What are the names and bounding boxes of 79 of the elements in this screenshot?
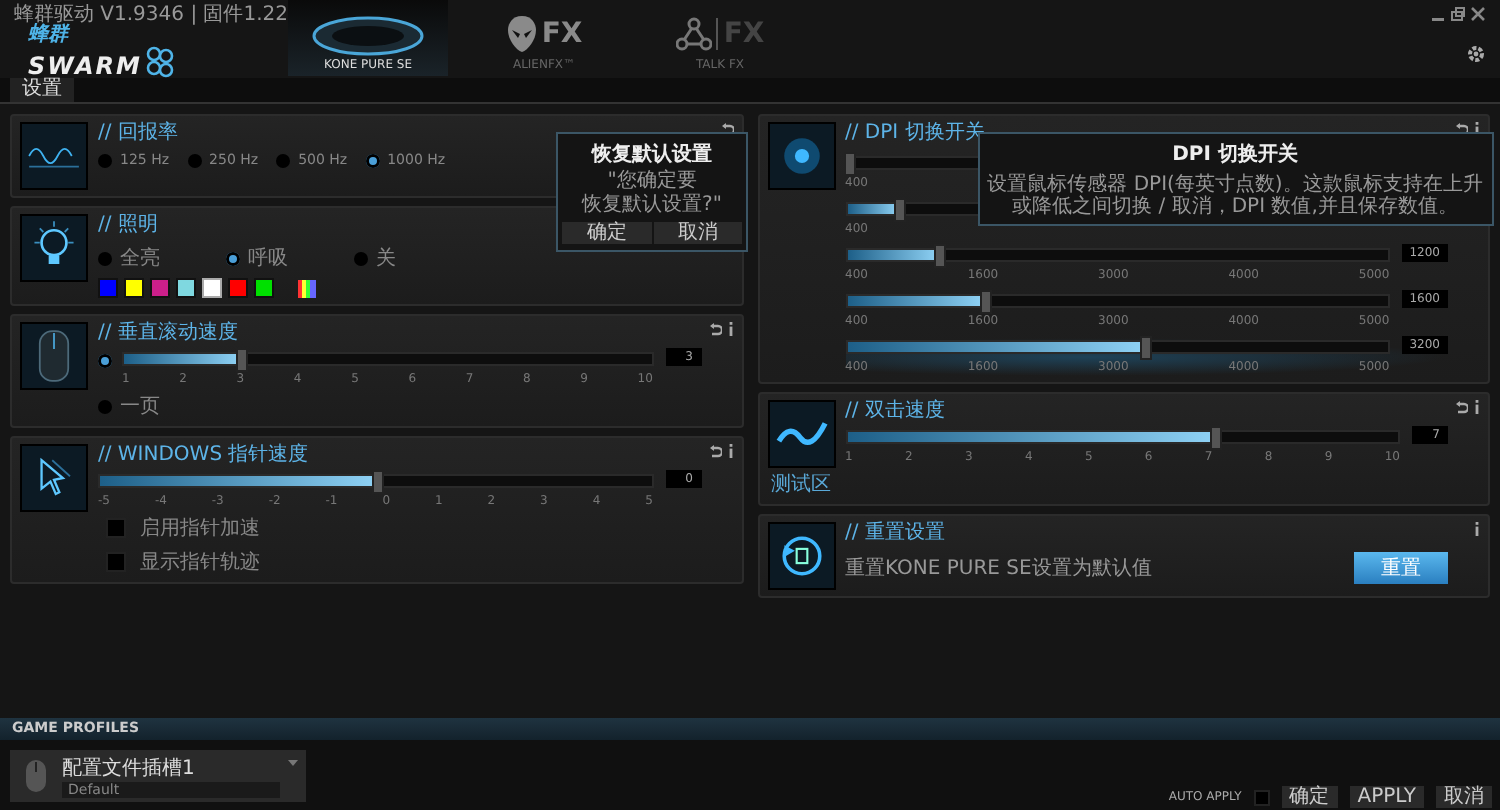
- reset-description: 重置KONE PURE SE设置为默认值: [845, 555, 1152, 582]
- tooltip-text: 设置鼠标传感器 DPI(每英寸点数)。这款鼠标支持在上升或降低之间切换 / 取消，DPI 数值,并且保存数值。: [987, 174, 1483, 218]
- radio-button[interactable]: [98, 399, 112, 413]
- radio-button[interactable]: [226, 251, 240, 265]
- radio-button[interactable]: [98, 354, 112, 368]
- mouse-icon: [20, 322, 88, 390]
- wave-icon: [767, 400, 835, 468]
- footer-button[interactable]: 取消: [1436, 786, 1492, 808]
- settings-icon: [1466, 44, 1486, 64]
- radio-button[interactable]: [354, 251, 368, 265]
- color-swatch[interactable]: [254, 278, 274, 298]
- radio-button[interactable]: [98, 153, 112, 167]
- glow-dot-icon: [767, 122, 835, 190]
- info-icon: [727, 444, 733, 458]
- bubbles-icon: [143, 46, 176, 78]
- color-swatch[interactable]: [98, 278, 118, 298]
- icon-caption: 测试区: [771, 471, 831, 498]
- color-swatch[interactable]: [124, 278, 144, 298]
- slider-handle[interactable]: [1140, 336, 1153, 360]
- mouse-icon: [308, 12, 428, 56]
- popup-message: 恢复默认设置?": [582, 194, 722, 216]
- footer-button[interactable]: APPLY: [1349, 786, 1424, 808]
- network-icon: [675, 16, 712, 52]
- radio-button[interactable]: [187, 153, 202, 167]
- footer-button[interactable]: 确定: [1281, 786, 1338, 808]
- logo-text: SWARM: [28, 54, 142, 78]
- close-icon: [1470, 6, 1486, 22]
- slider-handle[interactable]: [371, 470, 384, 494]
- restore-icon: [1450, 6, 1466, 22]
- popup-message: "您确定要: [607, 170, 697, 192]
- logo-text: FX: [541, 18, 583, 50]
- radio-button[interactable]: [98, 251, 112, 265]
- slider-handle[interactable]: [1210, 426, 1223, 450]
- reset-icon: [767, 522, 835, 590]
- section-title: // 回报率: [98, 122, 178, 146]
- option-label: 全亮: [120, 245, 160, 272]
- info-icon: [1474, 400, 1480, 414]
- settings-tab[interactable]: 设置: [10, 78, 74, 102]
- cursor-icon: [20, 444, 88, 512]
- checkbox-label: 显示指针轨迹: [140, 549, 260, 576]
- waves-icon: [20, 122, 88, 190]
- color-swatch[interactable]: [202, 278, 222, 298]
- section-title: // 双击速度: [845, 400, 945, 424]
- color-swatch[interactable]: [176, 278, 196, 298]
- radio-button[interactable]: [276, 153, 291, 167]
- bulb-icon: [20, 214, 88, 282]
- section-title: // 垂直滚动速度: [98, 322, 238, 346]
- popup-button[interactable]: 取消: [653, 222, 742, 244]
- slider-handle[interactable]: [934, 244, 947, 268]
- slider-handle[interactable]: [893, 198, 906, 222]
- slider-handle[interactable]: [236, 348, 249, 372]
- undo-icon: [707, 322, 721, 336]
- tooltip-title: DPI 切换开关: [1172, 141, 1298, 168]
- undo-icon: [1454, 400, 1468, 414]
- section-title: // 重置设置: [845, 522, 945, 546]
- checkbox-label: 启用指针加速: [140, 515, 260, 542]
- slider-handle[interactable]: [843, 152, 855, 176]
- info-icon: [727, 322, 733, 336]
- option-label: 关: [376, 245, 396, 272]
- menu-caret-icon: [288, 759, 298, 765]
- profile-name: 配置文件插槽1: [62, 755, 197, 781]
- color-swatch[interactable]: [228, 278, 248, 298]
- alien-head-icon: [505, 14, 538, 54]
- checkbox[interactable]: [106, 552, 126, 572]
- window-title: 蜂群驱动 V1.9346 | 固件1.22: [14, 4, 289, 26]
- logo-subtitle: 蜂群: [28, 26, 72, 46]
- rainbow-icon: [298, 279, 316, 297]
- section-title: // 照明: [98, 214, 158, 238]
- radio-button[interactable]: [365, 153, 380, 167]
- popup-button[interactable]: 确定: [562, 222, 651, 244]
- slider-handle[interactable]: [980, 290, 993, 314]
- undo-icon: [707, 444, 721, 458]
- checkbox[interactable]: [106, 518, 126, 538]
- section-title: // WINDOWS 指针速度: [98, 444, 309, 468]
- color-swatch[interactable]: [150, 278, 170, 298]
- option-label: 呼吸: [248, 245, 288, 272]
- info-icon: [1474, 522, 1480, 536]
- option-label: 一页: [120, 394, 160, 420]
- popup-title: 恢复默认设置: [592, 141, 712, 168]
